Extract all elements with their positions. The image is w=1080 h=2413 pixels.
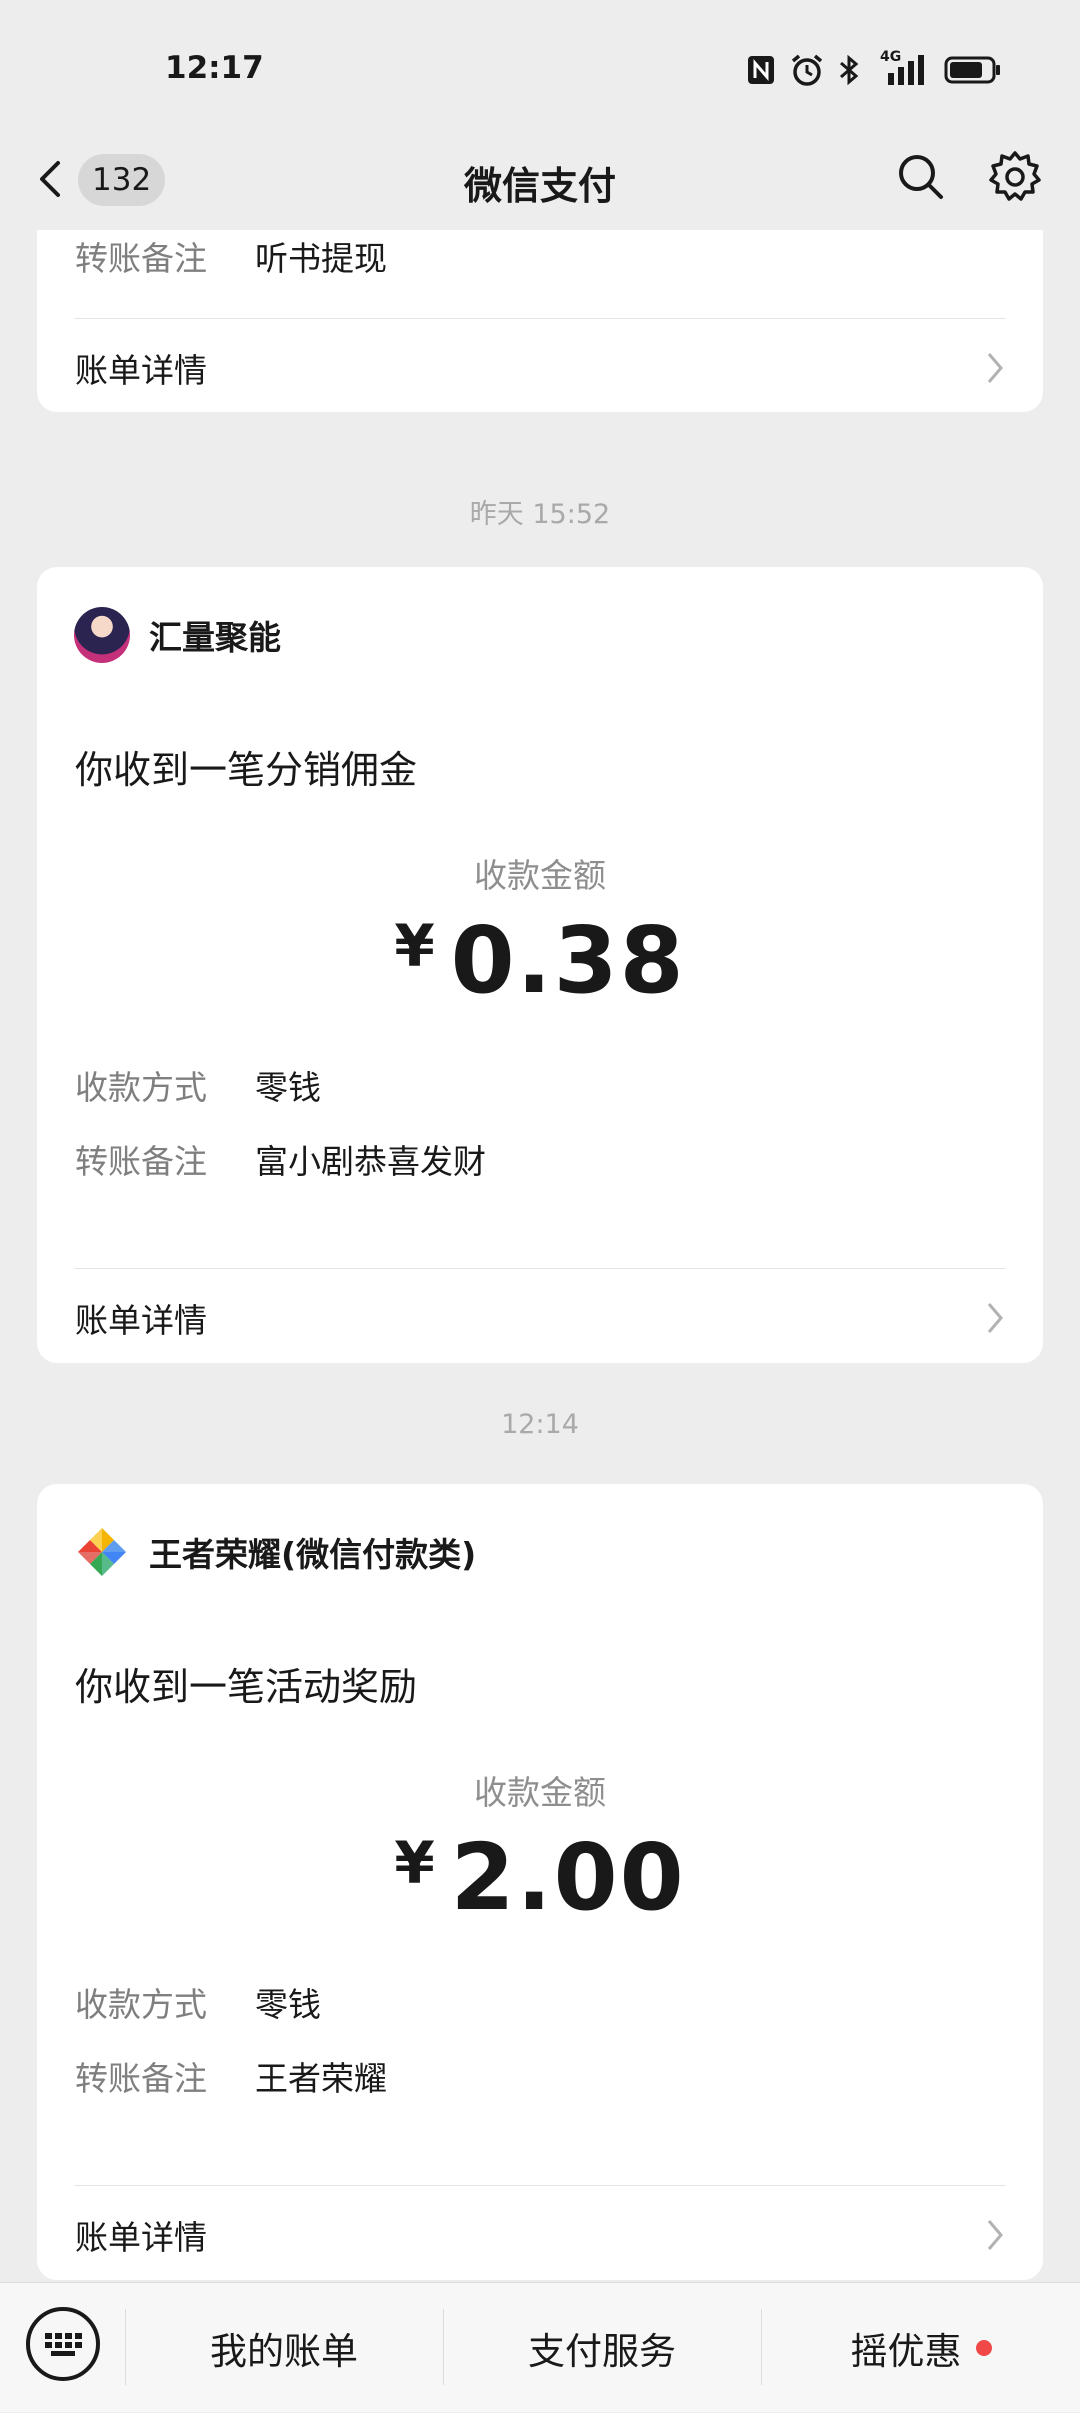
tab-my-bills-label: 我的账单 (210, 2330, 358, 2373)
chevron-right-icon (987, 1303, 1003, 1333)
note-row: 转账备注 王者荣耀 (75, 2052, 387, 2100)
status-time: 12:17 (165, 50, 264, 86)
amount-value: 2.00 (450, 1824, 686, 1931)
divider (74, 1268, 1006, 1269)
message-title: 你收到一笔分销佣金 (75, 748, 418, 792)
merchant-row[interactable]: 汇量聚能 (74, 605, 281, 665)
notification-dot (975, 2340, 992, 2356)
message-timestamp: 昨天 15:52 (469, 499, 611, 530)
method-row: 收款方式 零钱 (75, 1978, 321, 2026)
currency-symbol: ¥ (394, 1829, 437, 1897)
amount-value: 0.38 (450, 907, 686, 1014)
tab-shake-deals-label: 摇优惠 (850, 2330, 962, 2373)
message-title: 你收到一笔活动奖励 (75, 1665, 418, 1709)
game-logo-icon (78, 1528, 126, 1576)
tab-payment-services[interactable]: 支付服务 (444, 2283, 760, 2413)
note-value: 王者荣耀 (255, 2059, 387, 2098)
note-label: 转账备注 (75, 1142, 207, 1181)
note-row: 转账备注 富小剧恭喜发财 (75, 1135, 486, 1183)
merchant-name: 王者荣耀(微信付款类) (149, 1535, 477, 1574)
merchant-name: 汇量聚能 (149, 618, 281, 657)
divider (74, 318, 1006, 319)
payment-card: 汇量聚能 你收到一笔分销佣金 收款金额 ¥0.38 收款方式 零钱 转账备注 富小剧… (37, 567, 1043, 1363)
signal-icon: 4G (874, 49, 930, 87)
bill-details-row[interactable]: 账单详情 (37, 320, 1043, 412)
chevron-right-icon (987, 2220, 1003, 2250)
note-value: 富小剧恭喜发财 (255, 1142, 486, 1181)
method-value: 零钱 (255, 1068, 321, 1107)
nfc-icon (748, 56, 774, 84)
keyboard-toggle-button[interactable] (26, 2307, 100, 2381)
search-icon[interactable] (896, 152, 946, 202)
bill-details-row[interactable]: 账单详情 (37, 1270, 1043, 1362)
bottom-menu-bar: 我的账单 支付服务 摇优惠 (0, 2282, 1080, 2412)
status-icons: 4G (746, 49, 1002, 90)
divider (74, 2185, 1006, 2186)
note-label: 转账备注 (75, 239, 207, 278)
tab-payment-services-label: 支付服务 (528, 2330, 676, 2373)
bluetooth-icon (840, 54, 859, 86)
note-value: 听书提现 (255, 239, 387, 278)
status-bar: 12:17 4G (0, 0, 1080, 135)
amount-label: 收款金额 (474, 856, 606, 895)
message-list[interactable]: 转账备注 听书提现 账单详情 昨天 15:52 汇量聚能 你收到一笔分销佣金 收款… (0, 230, 1080, 2282)
payment-card: 王者荣耀(微信付款类) 你收到一笔活动奖励 收款金额 ¥2.00 收款方式 零钱 … (37, 1484, 1043, 2280)
currency-symbol: ¥ (394, 912, 437, 980)
note-row: 转账备注 听书提现 (75, 232, 387, 280)
keyboard-icon (45, 2333, 82, 2356)
amount: ¥0.38 (37, 907, 1043, 1014)
bill-details-label: 账单详情 (75, 2218, 207, 2257)
note-label: 转账备注 (75, 2059, 207, 2098)
gear-icon[interactable] (988, 150, 1042, 204)
merchant-row[interactable]: 王者荣耀(微信付款类) (74, 1522, 476, 1582)
payment-card: 转账备注 听书提现 账单详情 (37, 230, 1043, 412)
method-value: 零钱 (255, 1985, 321, 2024)
tab-my-bills[interactable]: 我的账单 (126, 2283, 442, 2413)
bill-details-label: 账单详情 (75, 351, 207, 390)
battery-icon (944, 56, 1000, 84)
tab-shake-deals[interactable]: 摇优惠 (762, 2283, 1080, 2413)
message-timestamp: 12:14 (501, 1409, 579, 1440)
bill-details-label: 账单详情 (75, 1301, 207, 1340)
method-label: 收款方式 (75, 1985, 207, 2024)
chevron-right-icon (987, 353, 1003, 383)
merchant-avatar (74, 607, 130, 663)
method-label: 收款方式 (75, 1068, 207, 1107)
amount: ¥2.00 (37, 1824, 1043, 1931)
alarm-icon (791, 54, 823, 86)
amount-label: 收款金额 (474, 1773, 606, 1812)
bill-details-row[interactable]: 账单详情 (37, 2187, 1043, 2279)
method-row: 收款方式 零钱 (75, 1061, 321, 1109)
nav-bar: 132 微信支付 (0, 135, 1080, 230)
